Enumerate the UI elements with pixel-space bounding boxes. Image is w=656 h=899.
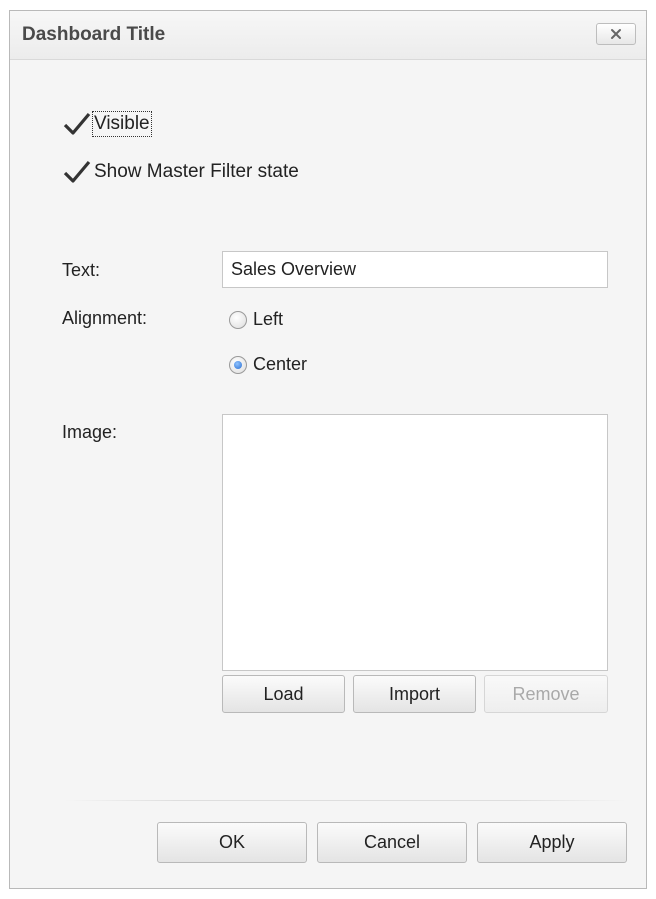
title-text-input[interactable] [222,251,608,288]
cancel-button[interactable]: Cancel [317,822,467,863]
dashboard-title-dialog: Dashboard Title Visible Show Master Filt… [9,10,647,889]
show-master-filter-label: Show Master Filter state [94,161,299,182]
load-image-button[interactable]: Load [222,675,345,713]
alignment-left-label: Left [253,309,284,329]
dialog-titlebar[interactable]: Dashboard Title [10,11,646,60]
show-master-filter-checkbox[interactable]: Show Master Filter state [62,159,299,185]
alignment-left-radio[interactable]: Left [229,309,283,330]
remove-image-button[interactable]: Remove [484,675,608,713]
alignment-label: Alignment: [62,308,148,328]
radio-button-checked-icon [229,355,247,374]
close-icon [611,29,621,39]
apply-button[interactable]: Apply [477,822,627,863]
radio-button-icon [229,310,247,329]
alignment-center-label: Center [253,354,308,374]
checkmark-icon [63,112,91,135]
close-button[interactable] [596,23,636,45]
visible-checkbox[interactable]: Visible [62,111,152,137]
import-image-button[interactable]: Import [353,675,476,713]
image-preview-area[interactable] [222,414,608,671]
footer-separator [65,800,626,801]
text-field-label: Text: [62,260,101,280]
ok-button[interactable]: OK [157,822,307,863]
image-label: Image: [62,422,118,442]
checkmark-icon [63,160,91,183]
visible-label: Visible [92,111,152,137]
dialog-title: Dashboard Title [22,24,166,45]
alignment-center-radio[interactable]: Center [229,354,307,375]
